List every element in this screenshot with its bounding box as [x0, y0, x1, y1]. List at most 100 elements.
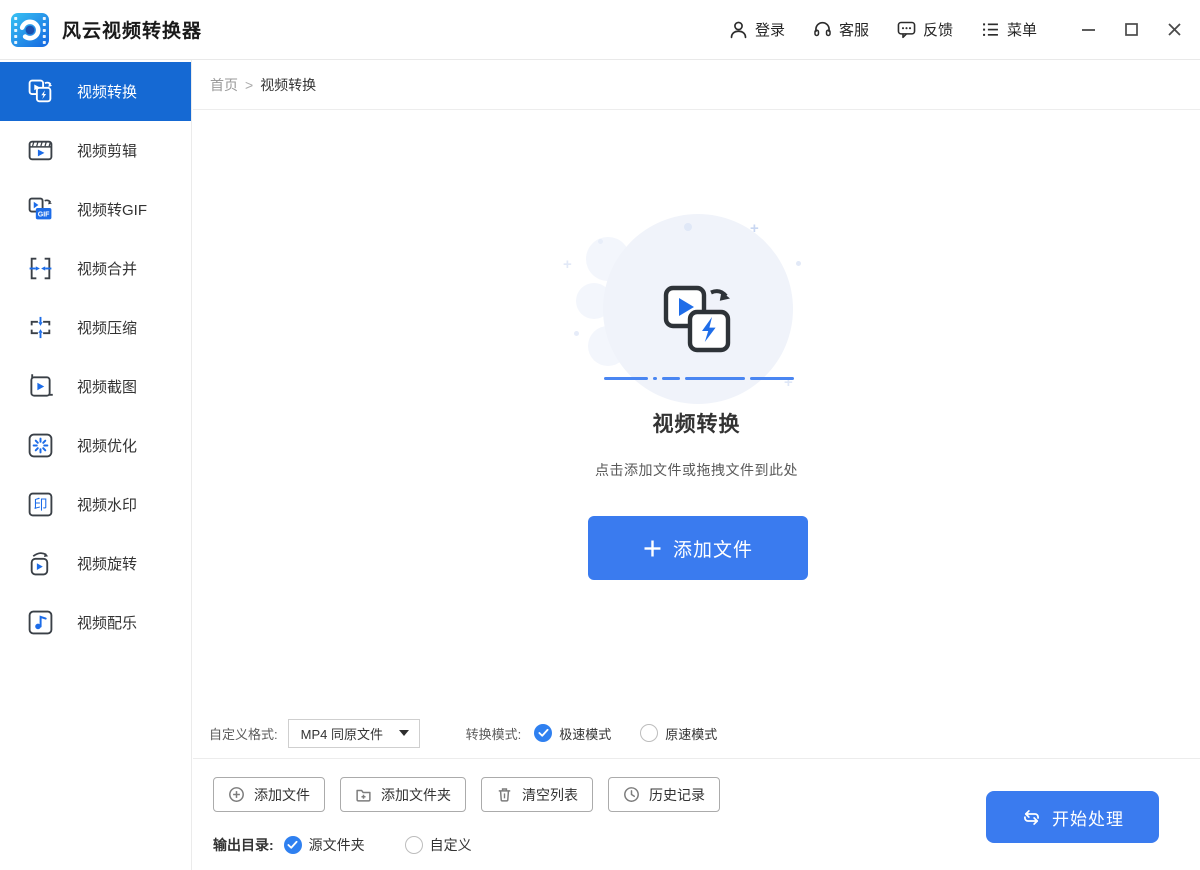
- titlebar: 风云视频转换器 登录 客服: [0, 0, 1200, 60]
- support-label: 客服: [839, 19, 869, 40]
- source-folder-label: 源文件夹: [309, 835, 365, 855]
- sidebar-item-video-convert[interactable]: 视频转换: [0, 62, 191, 121]
- fast-mode-label: 极速模式: [559, 724, 611, 743]
- breadcrumb-current: 视频转换: [260, 75, 316, 95]
- clear-list-label: 清空列表: [522, 785, 578, 805]
- sidebar-item-label: 视频水印: [77, 494, 137, 515]
- add-file-button[interactable]: 添加文件: [213, 777, 325, 812]
- start-processing-button[interactable]: 开始处理: [986, 791, 1159, 843]
- empty-state-hint: 点击添加文件或拖拽文件到此处: [193, 460, 1200, 480]
- close-icon: [1166, 21, 1183, 38]
- sidebar-item-video-screenshot[interactable]: 视频截图: [0, 357, 191, 416]
- decor-dot: [598, 239, 603, 244]
- history-button[interactable]: 历史记录: [608, 777, 720, 812]
- sidebar-item-label: 视频旋转: [77, 553, 137, 574]
- sidebar-item-video-optimize[interactable]: 视频优化: [0, 416, 191, 475]
- menu-label: 菜单: [1007, 19, 1037, 40]
- repeat-icon: [1021, 807, 1042, 828]
- sidebar-item-video-watermark[interactable]: 印 视频水印: [0, 475, 191, 534]
- maximize-button[interactable]: [1121, 20, 1141, 40]
- folder-plus-icon: [355, 786, 372, 803]
- add-folder-button[interactable]: 添加文件夹: [340, 777, 466, 812]
- video-screenshot-icon: [27, 373, 54, 400]
- convert-illustration-icon: [659, 279, 739, 359]
- clear-list-button[interactable]: 清空列表: [481, 777, 593, 812]
- app-logo-icon: [10, 10, 50, 50]
- plus-circle-icon: [228, 786, 245, 803]
- sidebar-item-label: 视频配乐: [77, 612, 137, 633]
- clock-icon: [623, 786, 640, 803]
- convert-mode-label: 转换模式:: [466, 724, 522, 743]
- add-folder-label: 添加文件夹: [381, 785, 451, 805]
- add-files-label: 添加文件: [673, 535, 753, 562]
- app-window: 风云视频转换器 登录 客服: [0, 0, 1200, 870]
- sidebar-item-video-clip[interactable]: 视频剪辑: [0, 121, 191, 180]
- radio-checked-icon: [534, 724, 552, 742]
- titlebar-actions: 登录 客服 反馈: [728, 19, 1184, 40]
- sidebar-item-video-to-gif[interactable]: GIF 视频转GIF: [0, 180, 191, 239]
- empty-state-title: 视频转换: [193, 408, 1200, 438]
- decor-dot: [574, 331, 579, 336]
- sidebar-item-video-rotate[interactable]: 视频旋转: [0, 534, 191, 593]
- video-merge-icon: [27, 255, 54, 282]
- radio-unchecked-icon: [405, 836, 423, 854]
- close-button[interactable]: [1164, 20, 1184, 40]
- app-title: 风云视频转换器: [62, 16, 202, 43]
- custom-folder-label: 自定义: [430, 835, 472, 855]
- feedback-label: 反馈: [923, 19, 953, 40]
- format-label: 自定义格式:: [209, 724, 278, 743]
- start-processing-label: 开始处理: [1052, 805, 1124, 830]
- format-select[interactable]: MP4 同原文件: [288, 719, 420, 748]
- plus-icon: [643, 539, 662, 558]
- support-button[interactable]: 客服: [812, 19, 869, 40]
- sidebar-item-video-compress[interactable]: 视频压缩: [0, 298, 191, 357]
- breadcrumb-home[interactable]: 首页: [210, 75, 238, 95]
- svg-text:印: 印: [34, 498, 48, 514]
- menu-button[interactable]: 菜单: [980, 19, 1037, 40]
- svg-text:GIF: GIF: [38, 211, 50, 218]
- radio-fast-mode[interactable]: 极速模式: [534, 724, 611, 743]
- decor-plus: +: [750, 221, 759, 236]
- sidebar-item-label: 视频合并: [77, 258, 137, 279]
- minimize-button[interactable]: [1078, 20, 1098, 40]
- feedback-button[interactable]: 反馈: [896, 19, 953, 40]
- decor-dot: [796, 261, 801, 266]
- add-files-button[interactable]: 添加文件: [588, 516, 808, 580]
- decor-plus: +: [563, 257, 572, 272]
- add-file-label: 添加文件: [254, 785, 310, 805]
- output-directory-bar: 输出目录: 源文件夹 自定义: [213, 835, 472, 855]
- radio-unchecked-icon: [640, 724, 658, 742]
- video-rotate-icon: [27, 550, 54, 577]
- login-button[interactable]: 登录: [728, 19, 785, 40]
- sidebar-item-label: 视频截图: [77, 376, 137, 397]
- main-content: + + + 视频转换 点击添加文件或拖拽文件到此处 添加文件 自定义格: [193, 111, 1200, 870]
- sidebar-item-label: 视频压缩: [77, 317, 137, 338]
- dashed-divider: [604, 377, 794, 380]
- minimize-icon: [1080, 21, 1097, 38]
- chat-bubble-icon: [896, 19, 917, 40]
- list-menu-icon: [980, 19, 1001, 40]
- sidebar: 视频转换 视频剪辑 GIF: [0, 60, 192, 870]
- sidebar-item-video-music[interactable]: 视频配乐: [0, 593, 191, 652]
- window-controls: [1078, 20, 1184, 40]
- sidebar-item-label: 视频转GIF: [77, 199, 147, 220]
- action-bar: 添加文件 添加文件夹 清空列表: [213, 777, 720, 812]
- video-music-icon: [27, 609, 54, 636]
- decor-dot: [684, 223, 692, 231]
- sidebar-item-label: 视频剪辑: [77, 140, 137, 161]
- sidebar-item-label: 视频优化: [77, 435, 137, 456]
- original-mode-label: 原速模式: [665, 724, 717, 743]
- video-watermark-icon: 印: [27, 491, 54, 518]
- maximize-icon: [1123, 21, 1140, 38]
- breadcrumb: 首页 > 视频转换: [193, 60, 1200, 110]
- radio-source-folder[interactable]: 源文件夹: [284, 835, 365, 855]
- video-clip-icon: [27, 137, 54, 164]
- video-compress-icon: [27, 314, 54, 341]
- radio-checked-icon: [284, 836, 302, 854]
- radio-custom-folder[interactable]: 自定义: [405, 835, 472, 855]
- radio-original-mode[interactable]: 原速模式: [640, 724, 717, 743]
- sidebar-item-video-merge[interactable]: 视频合并: [0, 239, 191, 298]
- format-bar: 自定义格式: MP4 同原文件 转换模式: 极速模式 原速模式: [209, 718, 717, 748]
- headset-icon: [812, 19, 833, 40]
- user-icon: [728, 19, 749, 40]
